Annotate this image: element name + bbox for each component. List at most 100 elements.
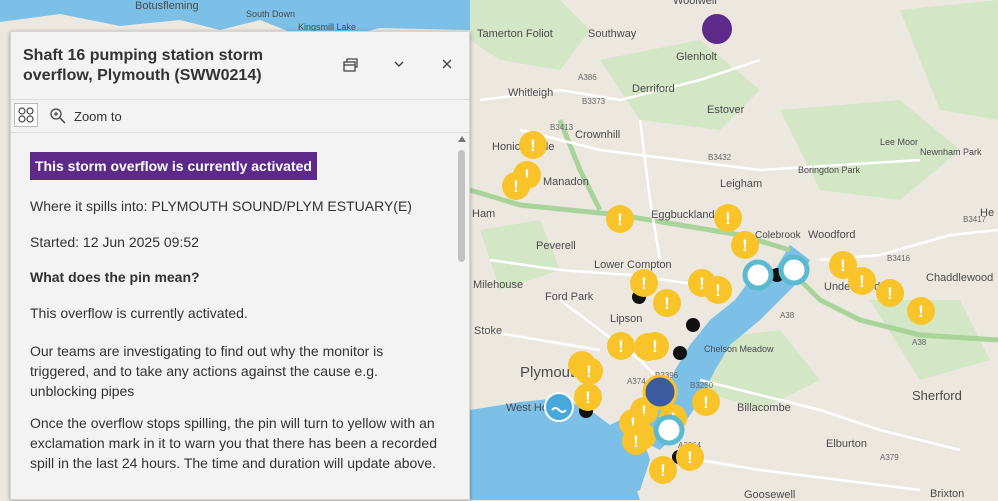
map-label-chelson-meadow: Chelson Meadow [704, 344, 774, 354]
road-label: B3417 [963, 215, 987, 224]
road-label: A386 [578, 73, 597, 82]
status-badge: This storm overflow is currently activat… [30, 152, 317, 180]
exclamation-icon: ! [585, 388, 591, 407]
map-label-estover: Estover [707, 104, 745, 116]
bathing-water-pin[interactable] [544, 392, 574, 422]
map-label-chaddlewood: Chaddlewood [926, 272, 993, 284]
exclamation-icon: ! [664, 294, 670, 313]
warning-pin[interactable]: ! [848, 267, 876, 295]
exclamation-icon: ! [633, 432, 639, 451]
road-label: A379 [880, 453, 899, 462]
map-label-colebrook: Colebrook [755, 230, 802, 241]
warning-pin[interactable]: ! [876, 279, 904, 307]
exclamation-icon: ! [652, 337, 658, 356]
warning-pin[interactable]: ! [607, 332, 635, 360]
road-label: B3432 [708, 153, 732, 162]
selected-pin[interactable] [642, 374, 678, 410]
exclamation-icon: ! [687, 448, 693, 467]
map-label-tamerton-foliot: Tamerton Foliot [477, 28, 553, 40]
ring-pin[interactable] [742, 259, 774, 291]
popup-content: This storm overflow is currently activat… [11, 132, 457, 501]
chevron-down-icon [394, 61, 404, 67]
warning-pin[interactable]: ! [649, 456, 677, 484]
popup-panel: Shaft 16 pumping station storm overflow,… [10, 31, 470, 500]
zoom-to-button[interactable]: Zoom to [49, 106, 122, 126]
map-label-ford-park: Ford Park [545, 291, 594, 303]
zoom-in-icon [50, 108, 66, 124]
map-label-peverell: Peverell [536, 240, 576, 252]
started-text: Started: 12 Jun 2025 09:52 [30, 234, 199, 250]
close-icon [442, 59, 452, 69]
exclamation-icon: ! [918, 302, 924, 321]
road-label: B3416 [887, 254, 911, 263]
info-paragraph-3: Once the overflow stops spilling, the pi… [30, 415, 437, 471]
warning-pin[interactable]: ! [641, 332, 669, 360]
warning-pin[interactable]: ! [622, 427, 650, 455]
inactive-pin[interactable] [686, 318, 700, 332]
map-label-woolwell: Woolwell [673, 0, 717, 7]
map-label-lipson: Lipson [610, 313, 642, 325]
inactive-pin[interactable] [673, 346, 687, 360]
map-label-boringdon-park: Boringdon Park [798, 165, 861, 175]
warning-pin[interactable]: ! [714, 204, 742, 232]
warning-pin[interactable]: ! [692, 388, 720, 416]
popup-toolbar: Zoom to [11, 99, 469, 133]
map-label-south-down: South Down [246, 9, 295, 19]
map-label-billacombe: Billacombe [737, 402, 791, 414]
warning-pin[interactable]: ! [676, 443, 704, 471]
exclamation-icon: ! [530, 136, 536, 155]
map-label-glenholt: Glenholt [676, 51, 717, 63]
exclamation-icon: ! [513, 177, 519, 196]
warning-pin[interactable]: ! [907, 297, 935, 325]
warning-pin[interactable]: ! [502, 172, 530, 200]
map-label-eggbuckland: Eggbuckland [651, 209, 715, 221]
popup-scrollbar[interactable] [455, 132, 469, 501]
warning-pin[interactable]: ! [575, 357, 603, 385]
exclamation-icon: ! [840, 256, 846, 275]
road-label: B3413 [550, 123, 574, 132]
warning-pin[interactable]: ! [653, 289, 681, 317]
spills-into-text: Where it spills into: PLYMOUTH SOUND/PLY… [30, 198, 412, 214]
warning-pin[interactable]: ! [519, 131, 547, 159]
exclamation-icon: ! [859, 272, 865, 291]
map-label-derriford: Derriford [632, 83, 675, 95]
ring-pin[interactable] [778, 254, 810, 286]
map-label-botusfleming: Botusfleming [135, 0, 199, 12]
map-label-leigham: Leigham [720, 178, 762, 190]
warning-pin[interactable]: ! [731, 231, 759, 259]
road-label: A38 [912, 338, 927, 347]
scroll-up-arrow[interactable] [458, 136, 466, 142]
warning-pin[interactable]: ! [704, 276, 732, 304]
popup-header: Shaft 16 pumping station storm overflow,… [11, 32, 469, 99]
road-label: A374 [627, 377, 646, 386]
exclamation-icon: ! [887, 284, 893, 303]
scroll-thumb[interactable] [458, 150, 465, 262]
collapse-button[interactable] [387, 52, 411, 76]
close-button[interactable] [435, 52, 459, 76]
map-label-ham: Ham [472, 208, 495, 220]
map-label-lower-compton: Lower Compton [594, 259, 672, 271]
exclamation-icon: ! [618, 337, 624, 356]
exclamation-icon: ! [586, 362, 592, 381]
map-label-elburton: Elburton [826, 438, 867, 450]
map-label-whitleigh: Whitleigh [508, 87, 553, 99]
zoom-to-label: Zoom to [74, 108, 122, 124]
dock-icon [343, 58, 358, 72]
map-label-woodford: Woodford [808, 229, 856, 241]
map-label-milehouse: Milehouse [473, 279, 523, 291]
exclamation-icon: ! [699, 274, 705, 293]
warning-pin[interactable]: ! [574, 383, 602, 411]
map-label-southway: Southway [588, 28, 637, 40]
warning-pin[interactable]: ! [606, 205, 634, 233]
map-label-lee-moor: Lee Moor [880, 137, 918, 147]
map-label-goosewell: Goosewell [744, 489, 795, 500]
warning-pin[interactable]: ! [630, 269, 658, 297]
popup-title: Shaft 16 pumping station storm overflow,… [23, 47, 264, 84]
grid-button[interactable] [14, 103, 38, 127]
ring-pin[interactable] [653, 414, 685, 446]
exclamation-icon: ! [660, 461, 666, 480]
info-paragraph-2: Our teams are investigating to find out … [30, 343, 384, 399]
dock-button[interactable] [338, 52, 362, 76]
grid-icon [18, 107, 34, 123]
active-overflow-pin[interactable] [702, 14, 732, 44]
